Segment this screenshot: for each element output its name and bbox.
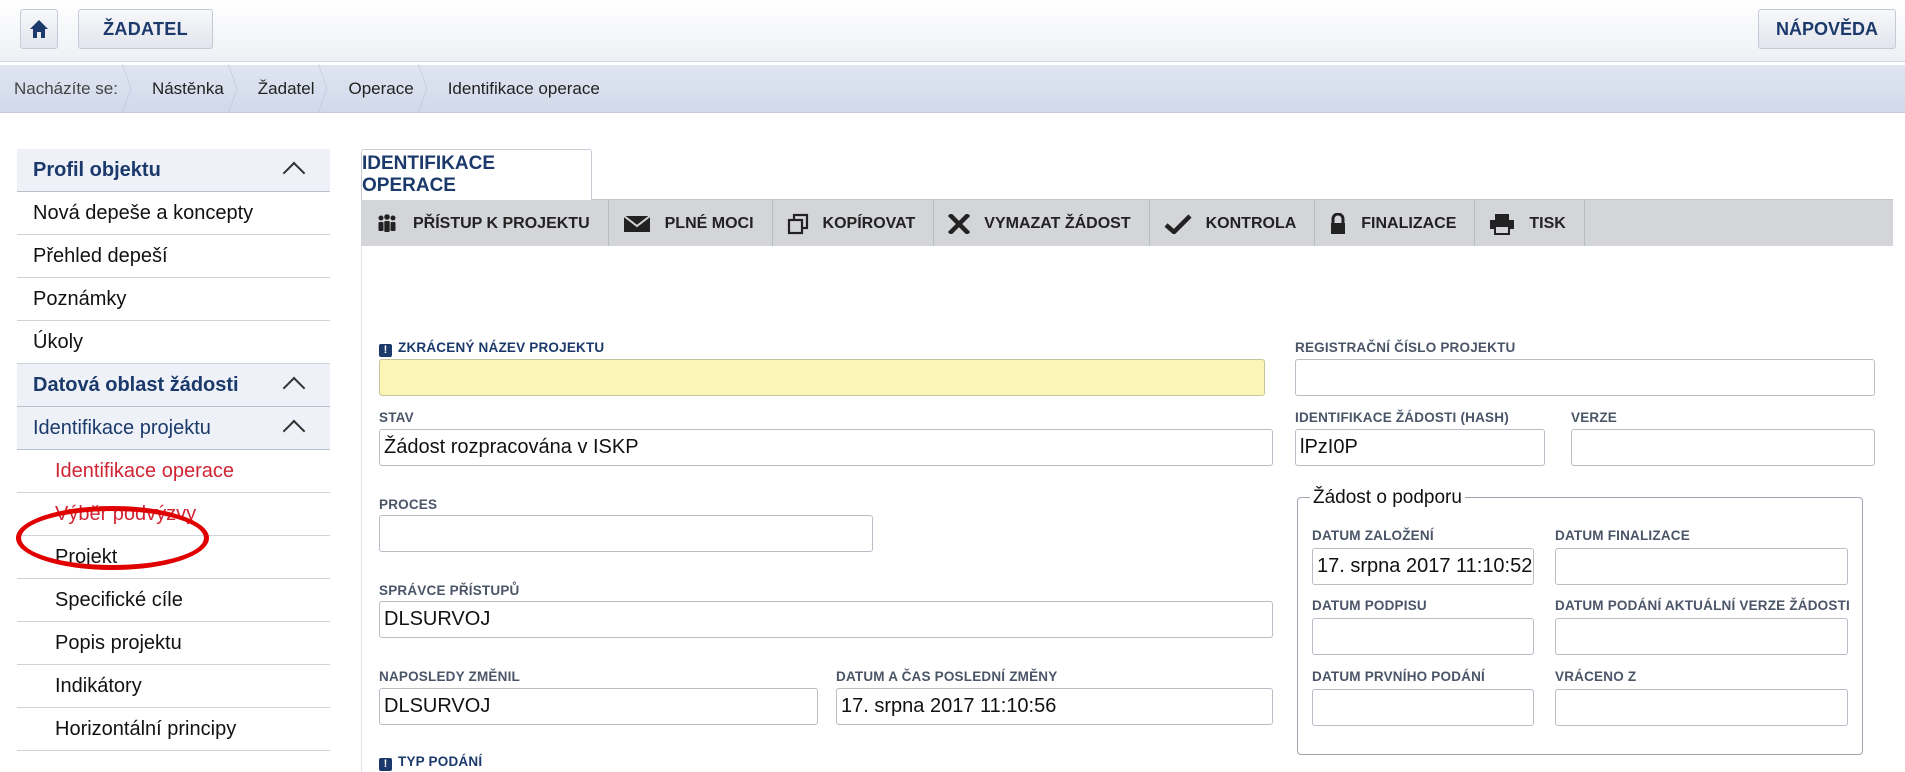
breadcrumb-prefix: Nacházíte se: xyxy=(0,65,136,113)
top-bar: ŽADATEL NÁPOVĚDA xyxy=(0,0,1905,62)
sidebar-item-specificke-cile[interactable]: Specifické cíle xyxy=(17,579,330,622)
sidebar-item-label: Identifikace projektu xyxy=(33,416,211,439)
highlight-circle xyxy=(16,506,209,570)
tool-label: FINALIZACE xyxy=(1361,214,1457,232)
datum-zalozeni-field[interactable]: 17. srpna 2017 11:10:52 xyxy=(1312,548,1534,585)
finalizace-button[interactable]: FINALIZACE xyxy=(1315,200,1476,247)
sidebar-item-ukoly[interactable]: Úkoly xyxy=(17,321,330,364)
sidebar-section-datova-oblast[interactable]: Datová oblast žádosti xyxy=(17,364,330,407)
tab-identifikace-operace[interactable]: IDENTIFIKACE OPERACE xyxy=(361,149,592,200)
datum-podpisu-label: DATUM PODPISU xyxy=(1312,598,1427,613)
tool-label: PŘÍSTUP K PROJEKTU xyxy=(413,214,590,232)
home-button[interactable] xyxy=(20,9,58,49)
sidebar: Profil objektu Nová depeše a koncepty Př… xyxy=(17,149,330,751)
breadcrumb-item-nastenka[interactable]: Nástěnka xyxy=(136,65,242,113)
zkraceny-nazev-input[interactable] xyxy=(379,359,1265,396)
required-icon: ! xyxy=(379,344,392,357)
kontrola-button[interactable]: KONTROLA xyxy=(1150,200,1316,247)
sidebar-item-label: Datová oblast žádosti xyxy=(33,373,239,396)
kopirovat-button[interactable]: KOPÍROVAT xyxy=(773,200,935,247)
check-icon xyxy=(1164,213,1192,234)
zkraceny-nazev-label: ! ZKRÁCENÝ NÁZEV PROJEKTU xyxy=(379,340,604,357)
datum-zmeny-field[interactable]: 17. srpna 2017 11:10:56 xyxy=(836,688,1273,725)
envelope-icon xyxy=(623,214,651,232)
tool-label: KOPÍROVAT xyxy=(822,214,916,232)
datum-podpisu-field[interactable] xyxy=(1312,618,1534,655)
sidebar-item-indikatory[interactable]: Indikátory xyxy=(17,665,330,708)
toolbar: PŘÍSTUP K PROJEKTU PLNÉ MOCI KOPÍROVAT V… xyxy=(361,199,1893,247)
datum-prvniho-field[interactable] xyxy=(1312,689,1534,726)
sidebar-item-nova-depese[interactable]: Nová depeše a koncepty xyxy=(17,192,330,235)
home-icon xyxy=(30,20,48,38)
tool-label: PLNÉ MOCI xyxy=(664,214,754,232)
sidebar-section-profil-objektu[interactable]: Profil objektu xyxy=(17,149,330,192)
sidebar-item-popis-projektu[interactable]: Popis projektu xyxy=(17,622,330,665)
datum-zalozeni-label: DATUM ZALOŽENÍ xyxy=(1312,528,1434,543)
print-icon xyxy=(1490,213,1515,235)
registracni-cislo-field[interactable] xyxy=(1295,359,1875,396)
datum-finalizace-field[interactable] xyxy=(1555,548,1848,585)
lock-icon xyxy=(1331,212,1346,234)
naposledy-field[interactable]: DLSURVOJ xyxy=(379,688,818,725)
breadcrumb-item-identifikace-operace: Identifikace operace xyxy=(447,78,600,98)
vraceno-field[interactable] xyxy=(1555,689,1848,726)
chevron-up-icon xyxy=(282,376,306,400)
vraceno-label: VRÁCENO Z xyxy=(1555,669,1637,684)
zadatel-button[interactable]: ŽADATEL xyxy=(78,9,213,49)
identifikace-zadosti-field[interactable]: lPzI0P xyxy=(1295,429,1545,466)
breadcrumb-item-operace[interactable]: Operace xyxy=(332,65,431,113)
tool-label: KONTROLA xyxy=(1205,214,1297,232)
delete-icon xyxy=(948,213,971,234)
verze-label: VERZE xyxy=(1571,410,1618,425)
datum-prvniho-label: DATUM PRVNÍHO PODÁNÍ xyxy=(1312,669,1486,684)
proces-label: PROCES xyxy=(379,497,438,512)
sidebar-item-label: Profil objektu xyxy=(33,158,161,181)
copy-icon xyxy=(787,213,808,234)
spravce-label: SPRÁVCE PŘÍSTUPŮ xyxy=(379,583,520,598)
proces-field[interactable] xyxy=(379,515,873,552)
tool-label: TISK xyxy=(1529,214,1566,232)
chevron-up-icon xyxy=(282,419,306,443)
chevron-up-icon xyxy=(282,161,306,185)
typ-podani-label: ! TYP PODÁNÍ xyxy=(379,754,482,771)
datum-podani-label: DATUM PODÁNÍ AKTUÁLNÍ VERZE ŽÁDOSTI xyxy=(1555,598,1850,613)
vymazat-zadost-button[interactable]: VYMAZAT ŽÁDOST xyxy=(934,200,1150,247)
spravce-field[interactable]: DLSURVOJ xyxy=(379,601,1273,638)
sidebar-section-identifikace-projektu[interactable]: Identifikace projektu xyxy=(17,407,330,450)
sidebar-item-identifikace-operace[interactable]: Identifikace operace xyxy=(17,450,330,493)
pristup-k-projektu-button[interactable]: PŘÍSTUP K PROJEKTU xyxy=(361,200,609,247)
registracni-cislo-label: REGISTRAČNÍ ČÍSLO PROJEKTU xyxy=(1295,340,1516,355)
datum-podani-field[interactable] xyxy=(1555,618,1848,655)
tisk-button[interactable]: TISK xyxy=(1475,200,1585,247)
verze-field[interactable] xyxy=(1571,429,1875,466)
breadcrumb-item-zadatel[interactable]: Žadatel xyxy=(242,65,333,113)
breadcrumb: Nacházíte se: Nástěnka Žadatel Operace I… xyxy=(0,65,1905,113)
tool-label: VYMAZAT ŽÁDOST xyxy=(984,214,1131,232)
datum-finalizace-label: DATUM FINALIZACE xyxy=(1555,528,1690,543)
naposledy-label: NAPOSLEDY ZMĚNIL xyxy=(379,669,520,684)
people-icon xyxy=(378,213,396,232)
plne-moci-button[interactable]: PLNÉ MOCI xyxy=(609,200,773,247)
stav-label: STAV xyxy=(379,410,414,425)
sidebar-item-horizontalni-principy[interactable]: Horizontální principy xyxy=(17,708,330,751)
help-button[interactable]: NÁPOVĚDA xyxy=(1758,9,1896,49)
zadost-o-podporu-legend: Žádost o podporu xyxy=(1310,487,1465,509)
sidebar-item-poznamky[interactable]: Poznámky xyxy=(17,278,330,321)
stav-field[interactable]: Žádost rozpracována v ISKP xyxy=(379,429,1273,466)
required-icon: ! xyxy=(379,758,392,771)
identifikace-zadosti-label: IDENTIFIKACE ŽÁDOSTI (HASH) xyxy=(1295,410,1509,425)
datum-zmeny-label: DATUM A ČAS POSLEDNÍ ZMĚNY xyxy=(836,669,1058,684)
sidebar-item-prehled-depesi[interactable]: Přehled depeší xyxy=(17,235,330,278)
